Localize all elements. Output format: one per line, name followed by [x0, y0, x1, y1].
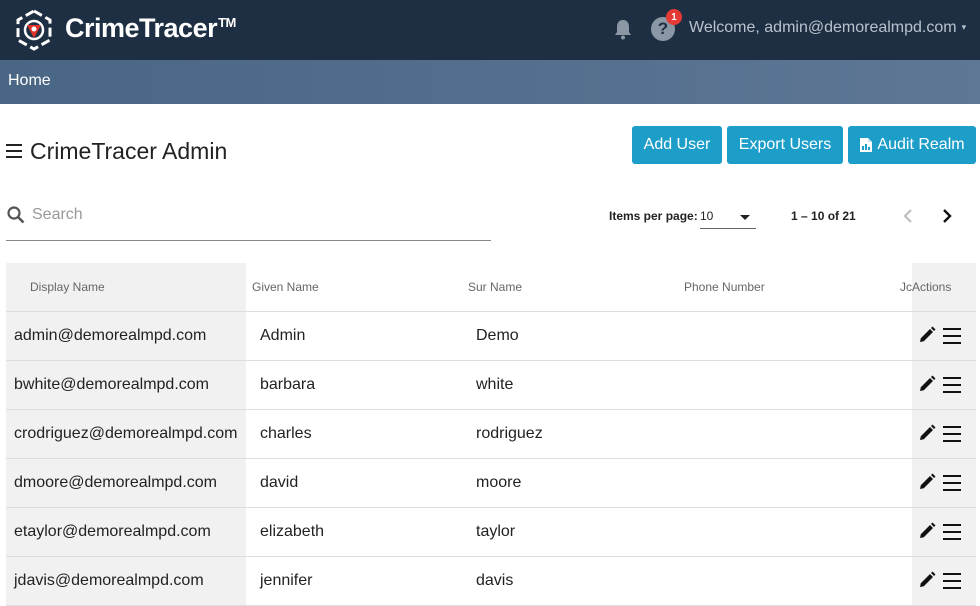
header-given-name[interactable]: Given Name	[252, 280, 319, 294]
cell-display-name: jdavis@demorealmpd.com	[14, 572, 204, 589]
cell-given-name: elizabeth	[260, 523, 325, 540]
search-underline	[6, 240, 491, 241]
table-row[interactable]: dmoore@demorealmpd.com david moore	[6, 459, 976, 508]
row-menu-icon[interactable]	[943, 426, 961, 442]
edit-icon[interactable]	[918, 571, 936, 589]
table-row[interactable]: etaylor@demorealmpd.com elizabeth taylor	[6, 508, 976, 557]
cell-given-name: jennifer	[260, 572, 313, 589]
table-row[interactable]: crodriguez@demorealmpd.com charles rodri…	[6, 410, 976, 459]
items-per-page-select[interactable]: 10	[700, 207, 756, 229]
notification-badge: 1	[666, 9, 682, 25]
cell-given-name: david	[260, 474, 299, 491]
cell-display-name: bwhite@demorealmpd.com	[14, 376, 209, 393]
cell-sur-name: davis	[476, 572, 514, 589]
cell-sur-name: Demo	[476, 327, 519, 344]
cell-sur-name: moore	[476, 474, 522, 491]
trademark: TM	[218, 15, 236, 30]
cell-display-name: dmoore@demorealmpd.com	[14, 474, 217, 491]
items-per-page-label: Items per page:	[609, 209, 698, 223]
header-display-name[interactable]: Display Name	[30, 280, 105, 294]
nav-bar: Home	[0, 60, 980, 104]
welcome-text: Welcome, admin@demorealmpd.com	[689, 19, 957, 36]
search-input[interactable]	[32, 203, 487, 227]
table-row[interactable]: jdavis@demorealmpd.com jennifer davis	[6, 557, 976, 606]
row-menu-icon[interactable]	[943, 475, 961, 491]
row-menu-icon[interactable]	[943, 377, 961, 393]
table-header-row: Display Name Given Name Sur Name Phone N…	[6, 263, 976, 312]
cell-sur-name: taylor	[476, 523, 516, 540]
row-menu-icon[interactable]	[943, 328, 961, 344]
brand-name[interactable]: CrimeTracerTM	[65, 13, 236, 44]
items-per-page-value: 10	[700, 209, 714, 223]
logo-icon[interactable]	[12, 8, 56, 52]
user-menu[interactable]: Welcome, admin@demorealmpd.com ▾	[689, 19, 966, 37]
next-page-icon[interactable]	[938, 206, 956, 226]
cell-display-name: admin@demorealmpd.com	[14, 327, 207, 344]
cell-display-name: etaylor@demorealmpd.com	[14, 523, 211, 540]
page-title: CrimeTracer Admin	[30, 138, 228, 164]
audit-realm-label: Audit Realm	[877, 136, 965, 153]
nav-home-link[interactable]: Home	[8, 72, 51, 90]
table-row[interactable]: admin@demorealmpd.com Admin Demo	[6, 312, 976, 361]
chevron-down-icon: ▾	[961, 22, 967, 33]
row-menu-icon[interactable]	[943, 573, 961, 589]
table-row[interactable]: bwhite@demorealmpd.com barbara white	[6, 361, 976, 410]
brand-text: CrimeTracer	[65, 13, 218, 43]
header-actions: JcActions	[900, 280, 952, 294]
audit-realm-button[interactable]: Audit Realm	[848, 126, 976, 164]
edit-icon[interactable]	[918, 375, 936, 393]
edit-icon[interactable]	[918, 473, 936, 491]
export-users-button[interactable]: Export Users	[727, 126, 843, 164]
edit-icon[interactable]	[918, 424, 936, 442]
cell-display-name: crodriguez@demorealmpd.com	[14, 425, 238, 442]
dropdown-arrow-icon	[740, 215, 750, 220]
top-bar: CrimeTracerTM ? 1 Welcome, admin@demorea…	[0, 0, 980, 60]
previous-page-icon[interactable]	[899, 206, 917, 226]
edit-icon[interactable]	[918, 522, 936, 540]
cell-given-name: charles	[260, 425, 312, 442]
table-body: admin@demorealmpd.com Admin Demo bwhite@…	[6, 312, 976, 606]
cell-sur-name: rodriguez	[476, 425, 543, 442]
help-symbol: ?	[657, 19, 669, 38]
cell-given-name: barbara	[260, 376, 316, 393]
search-icon	[7, 206, 25, 224]
users-table: Display Name Given Name Sur Name Phone N…	[6, 263, 976, 606]
cell-sur-name: white	[476, 376, 514, 393]
header-phone-number[interactable]: Phone Number	[684, 280, 765, 294]
hamburger-menu-icon[interactable]	[6, 144, 22, 158]
page-range-label: 1 – 10 of 21	[791, 209, 856, 223]
edit-icon[interactable]	[918, 326, 936, 344]
add-user-button[interactable]: Add User	[632, 126, 722, 164]
cell-given-name: Admin	[260, 327, 306, 344]
bell-icon[interactable]	[612, 17, 634, 41]
row-menu-icon[interactable]	[943, 524, 961, 540]
report-icon	[860, 138, 873, 152]
header-sur-name[interactable]: Sur Name	[468, 280, 522, 294]
